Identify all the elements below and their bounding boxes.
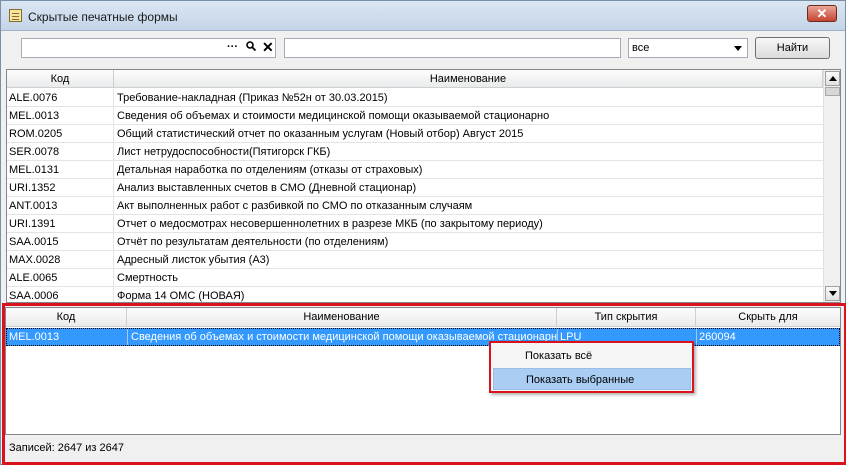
column-header-hide-type[interactable]: Тип скрытия [557, 308, 696, 327]
scroll-up-button[interactable] [825, 71, 840, 86]
menu-item-show-selected[interactable]: Показать выбранные [493, 368, 691, 390]
column-divider [113, 197, 114, 215]
column-divider [113, 269, 114, 287]
context-menu: Показать всё Показать выбранные [489, 341, 694, 393]
browse-button[interactable]: ··· [227, 41, 238, 53]
column-header-name[interactable]: Наименование [114, 70, 823, 88]
cell-name: Сведения об объемах и стоимости медицинс… [117, 110, 550, 122]
hidden-forms-table[interactable]: Код Наименование Тип скрытия Скрыть для … [5, 307, 841, 435]
hidden-table-header: Код Наименование Тип скрытия Скрыть для [6, 308, 840, 327]
cell-name: Анализ выставленных счетов в СМО (Дневно… [117, 182, 417, 194]
window-title: Скрытые печатные формы [28, 10, 178, 24]
cell-code: URI.1391 [9, 218, 56, 230]
chevron-down-icon [734, 46, 742, 51]
cell-name: Адресный листок убытия (А3) [117, 254, 270, 266]
filter-select-value: все [632, 42, 650, 54]
cell-name: Смертность [117, 272, 178, 284]
table-row[interactable]: ALE.0065 Смертность [7, 269, 823, 287]
cell-code: ANT.0013 [9, 200, 58, 212]
column-divider [113, 125, 114, 143]
table-row[interactable]: ALE.0076 Требование-накладная (Приказ №52… [7, 89, 823, 107]
cell-code: MEL.0013 [9, 331, 60, 343]
table-row[interactable]: MEL.0013 Сведения об объемах и стоимости… [6, 328, 840, 346]
scroll-down-button[interactable] [825, 286, 840, 301]
table-row[interactable]: ANT.0013 Акт выполненных работ с разбивко… [7, 197, 823, 215]
column-header-name[interactable]: Наименование [127, 308, 557, 327]
records-count: Записей: 2647 из 2647 [9, 442, 124, 454]
cell-name: Лист нетрудоспособности(Пятигорск ГКБ) [117, 146, 331, 158]
column-header-code[interactable]: Код [7, 70, 114, 88]
cell-name: Общий статистический отчет по оказанным … [117, 128, 524, 140]
cell-name: Отчёт по результатам деятельности (по от… [117, 236, 389, 248]
cell-code: MEL.0131 [9, 164, 60, 176]
table-row[interactable]: SAA.0006 Форма 14 ОМС (НОВАЯ) [7, 287, 823, 302]
cell-code: ALE.0076 [9, 92, 58, 104]
cell-code: ALE.0065 [9, 272, 58, 284]
clear-icon[interactable]: ✕ [262, 39, 274, 56]
arrow-down-icon [829, 291, 837, 296]
table-row[interactable]: URI.1352 Анализ выставленных счетов в СМО… [7, 179, 823, 197]
column-divider [113, 233, 114, 251]
column-divider [113, 89, 114, 107]
column-header-hide-for[interactable]: Скрыть для [696, 308, 840, 327]
hidden-print-forms-window: Скрытые печатные формы ✕ ··· ✕ все Найти… [0, 0, 846, 465]
table-row[interactable]: MEL.0131 Детальная наработка по отделения… [7, 161, 823, 179]
table-row[interactable]: SER.0078 Лист нетрудоспособности(Пятигорс… [7, 143, 823, 161]
cell-code: MEL.0013 [9, 110, 60, 122]
column-header-code[interactable]: Код [6, 308, 127, 327]
arrow-up-icon [829, 76, 837, 81]
cell-name: Форма 14 ОМС (НОВАЯ) [117, 290, 245, 302]
vertical-scrollbar[interactable] [823, 70, 840, 302]
table-row[interactable]: ROM.0205 Общий статистический отчет по ок… [7, 125, 823, 143]
table-header: Код Наименование [7, 70, 823, 88]
table-row[interactable]: MEL.0013 Сведения об объемах и стоимости … [7, 107, 823, 125]
search-icon[interactable] [246, 41, 256, 51]
filter-text-input[interactable] [284, 38, 621, 58]
search-input[interactable]: ··· ✕ [21, 38, 276, 58]
cell-code: SAA.0015 [9, 236, 59, 248]
cell-hide-for: 260094 [699, 331, 736, 343]
cell-code: ROM.0205 [9, 128, 63, 140]
filter-select[interactable]: все [628, 38, 748, 58]
table-row[interactable]: MAX.0028 Адресный листок убытия (А3) [7, 251, 823, 269]
table-row[interactable]: SAA.0015 Отчёт по результатам деятельност… [7, 233, 823, 251]
cell-code: URI.1352 [9, 182, 56, 194]
cell-name: Акт выполненных работ с разбивкой по СМО… [117, 200, 473, 212]
column-divider [113, 179, 114, 197]
column-divider [113, 107, 114, 125]
menu-item-show-all[interactable]: Показать всё [493, 345, 691, 367]
column-divider [127, 329, 128, 345]
find-button[interactable]: Найти [755, 37, 830, 59]
column-divider [113, 161, 114, 179]
column-divider [113, 287, 114, 302]
cell-name: Требование-накладная (Приказ №52н от 30.… [117, 92, 388, 104]
cell-code: SER.0078 [9, 146, 60, 158]
cell-code: MAX.0028 [9, 254, 61, 266]
scroll-thumb[interactable] [825, 87, 840, 96]
cell-name: Отчет о медосмотрах несовершеннолетних в… [117, 218, 543, 230]
column-divider [696, 329, 697, 345]
cell-name: Детальная наработка по отделениям (отказ… [117, 164, 423, 176]
print-forms-table[interactable]: Код Наименование ALE.0076 Требование-накл… [6, 69, 841, 303]
table-icon [9, 9, 22, 22]
column-divider [113, 143, 114, 161]
column-divider [113, 251, 114, 269]
close-button[interactable]: ✕ [807, 5, 837, 22]
title-bar[interactable]: Скрытые печатные формы ✕ [1, 1, 845, 31]
table-row[interactable]: URI.1391 Отчет о медосмотрах несовершенно… [7, 215, 823, 233]
cell-code: SAA.0006 [9, 290, 59, 302]
column-divider [113, 215, 114, 233]
